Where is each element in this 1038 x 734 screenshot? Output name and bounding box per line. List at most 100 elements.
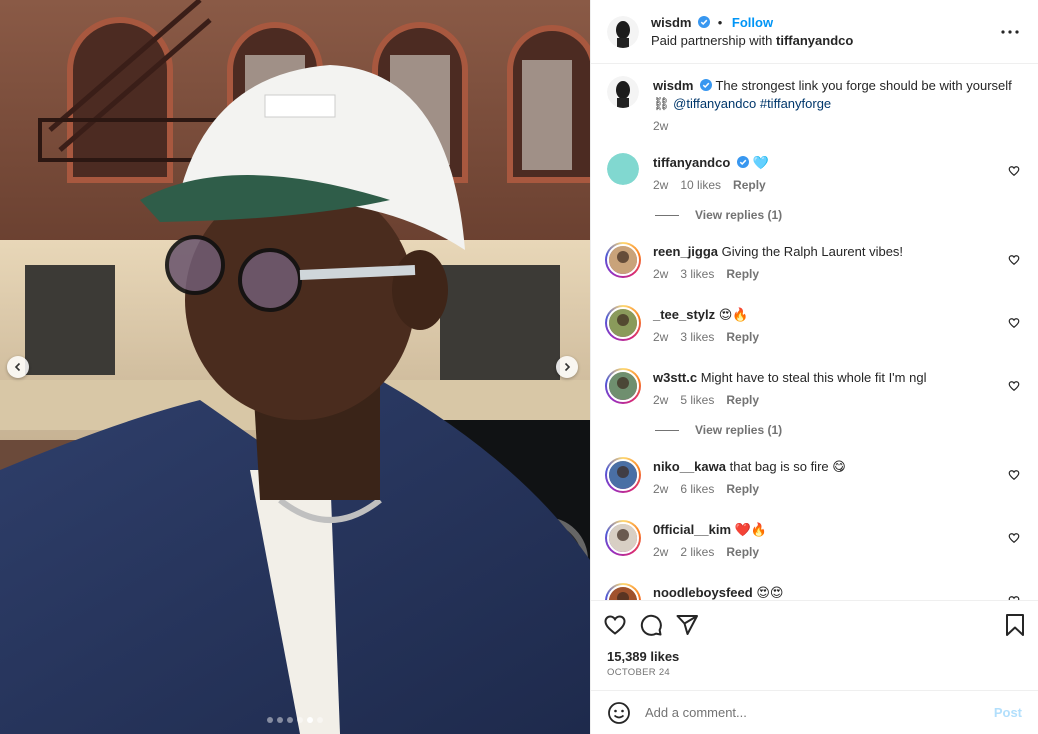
caption-text: The strongest link you forge should be w…	[715, 78, 1012, 93]
comment-button[interactable]	[639, 609, 675, 641]
comment-likes[interactable]: 10 likes	[680, 176, 721, 194]
like-button[interactable]	[603, 609, 639, 641]
chevron-left-icon	[14, 362, 21, 372]
likes-count[interactable]: 15,389 likes	[603, 649, 1026, 664]
follow-button[interactable]: Follow	[732, 15, 773, 30]
view-replies-label: View replies (1)	[695, 208, 783, 222]
comment-likes[interactable]: 3 likes	[680, 328, 714, 346]
comment-row: tiffanyandco 🩵 2w 10 likes Reply	[607, 153, 1022, 194]
chevron-right-icon	[564, 362, 571, 372]
comment-username[interactable]: 0fficial__kim	[653, 522, 731, 537]
comment-likes[interactable]: 2 likes	[680, 543, 714, 561]
verified-icon	[736, 156, 749, 168]
comment-text: 😍😍	[756, 585, 784, 600]
carousel-indicator	[0, 717, 590, 723]
emoji-icon[interactable]	[607, 701, 631, 725]
caption-time[interactable]: 2w	[653, 117, 668, 135]
comment-time[interactable]: 2w	[653, 265, 668, 283]
comment-row: niko__kawa that bag is so fire 😋 2w 6 li…	[605, 457, 1022, 498]
commenter-avatar[interactable]	[605, 368, 641, 404]
reply-button[interactable]: Reply	[726, 328, 759, 346]
caption: wisdm The strongest link you forge shoul…	[607, 76, 1022, 135]
caption-mention[interactable]: @tiffanyandco	[673, 96, 756, 111]
comment-text: Might have to steal this whole fit I'm n…	[700, 370, 927, 385]
comment-composer: Post	[591, 690, 1038, 734]
bookmark-icon	[1006, 614, 1024, 636]
comment-row: 0fficial__kim ❤️🔥 2w 2 likes Reply	[605, 520, 1022, 561]
reply-button[interactable]: Reply	[726, 543, 759, 561]
view-replies-button[interactable]: View replies (1)	[655, 208, 1022, 222]
comment-like-icon[interactable]	[1008, 165, 1020, 177]
comment-like-icon[interactable]	[1008, 317, 1020, 329]
reply-button[interactable]: Reply	[733, 176, 766, 194]
replies-divider	[655, 429, 679, 431]
comment-like-icon[interactable]	[1008, 532, 1020, 544]
verified-icon	[698, 15, 711, 28]
partnership-label: Paid partnership with	[651, 32, 773, 48]
comment-time[interactable]: 2w	[653, 480, 668, 498]
comments-list[interactable]: wisdm The strongest link you forge shoul…	[591, 64, 1038, 600]
comment-text: that bag is so fire 😋	[729, 459, 846, 474]
comment-row: _tee_stylz 😍🔥 2w 3 likes Reply	[605, 305, 1022, 346]
author-avatar[interactable]	[607, 15, 639, 48]
comment-time[interactable]: 2w	[653, 543, 668, 561]
carousel-dot	[267, 717, 273, 723]
comment-input[interactable]	[645, 705, 994, 720]
carousel-dot	[297, 717, 303, 723]
comment-likes[interactable]: 3 likes	[680, 265, 714, 283]
comment-like-icon[interactable]	[1008, 380, 1020, 392]
comment-username[interactable]: w3stt.c	[653, 370, 697, 385]
post-date: OCTOBER 24	[607, 667, 671, 678]
post-photo[interactable]	[0, 0, 590, 734]
comment-username[interactable]: niko__kawa	[653, 459, 726, 474]
author-username[interactable]: wisdm	[651, 15, 691, 30]
carousel-dot	[307, 717, 313, 723]
caption-username[interactable]: wisdm	[653, 78, 693, 93]
share-icon	[676, 615, 698, 635]
reply-button[interactable]: Reply	[726, 391, 759, 409]
comment-time[interactable]: 2w	[653, 328, 668, 346]
chain-emoji: ⛓	[653, 96, 670, 111]
save-button[interactable]	[1002, 609, 1026, 641]
post-comment-button[interactable]: Post	[994, 705, 1022, 720]
reply-button[interactable]: Reply	[726, 265, 759, 283]
comment-like-icon[interactable]	[1008, 595, 1020, 600]
comment-time[interactable]: 2w	[653, 176, 668, 194]
comment-icon	[640, 614, 662, 636]
post-header: wisdm • Follow Paid partnership with tif…	[591, 0, 1038, 64]
post-details-panel: wisdm • Follow Paid partnership with tif…	[590, 0, 1038, 734]
comment-time[interactable]: 2w	[653, 391, 668, 409]
commenter-avatar[interactable]	[605, 583, 641, 600]
commenter-avatar[interactable]	[607, 153, 639, 185]
comment-likes[interactable]: 6 likes	[680, 480, 714, 498]
photo-image	[0, 0, 590, 734]
carousel-dot	[277, 717, 283, 723]
author-avatar[interactable]	[607, 76, 639, 108]
comment-row: w3stt.c Might have to steal this whole f…	[605, 368, 1022, 409]
heart-icon	[604, 615, 626, 635]
commenter-avatar[interactable]	[605, 457, 641, 493]
caption-hashtag[interactable]: #tiffanyforge	[760, 96, 831, 111]
verified-icon	[700, 79, 713, 91]
more-options-button[interactable]	[998, 20, 1022, 44]
carousel-dot	[317, 717, 323, 723]
view-replies-button[interactable]: View replies (1)	[655, 423, 1022, 437]
comment-row: noodleboysfeed 😍😍	[605, 583, 1022, 600]
share-button[interactable]	[675, 609, 711, 641]
comment-likes[interactable]: 5 likes	[680, 391, 714, 409]
comment-username[interactable]: _tee_stylz	[653, 307, 715, 322]
next-slide-button[interactable]	[556, 356, 578, 378]
comment-like-icon[interactable]	[1008, 254, 1020, 266]
comment-username[interactable]: tiffanyandco	[653, 155, 730, 170]
partner-link[interactable]: tiffanyandco	[776, 33, 853, 48]
commenter-avatar[interactable]	[605, 305, 641, 341]
commenter-avatar[interactable]	[605, 520, 641, 556]
previous-slide-button[interactable]	[7, 356, 29, 378]
comment-like-icon[interactable]	[1008, 469, 1020, 481]
comment-username[interactable]: noodleboysfeed	[653, 585, 753, 600]
reply-button[interactable]: Reply	[726, 480, 759, 498]
comment-row: reen_jigga Giving the Ralph Laurent vibe…	[605, 242, 1022, 283]
header-separator: •	[717, 14, 723, 30]
commenter-avatar[interactable]	[605, 242, 641, 278]
comment-username[interactable]: reen_jigga	[653, 244, 718, 259]
